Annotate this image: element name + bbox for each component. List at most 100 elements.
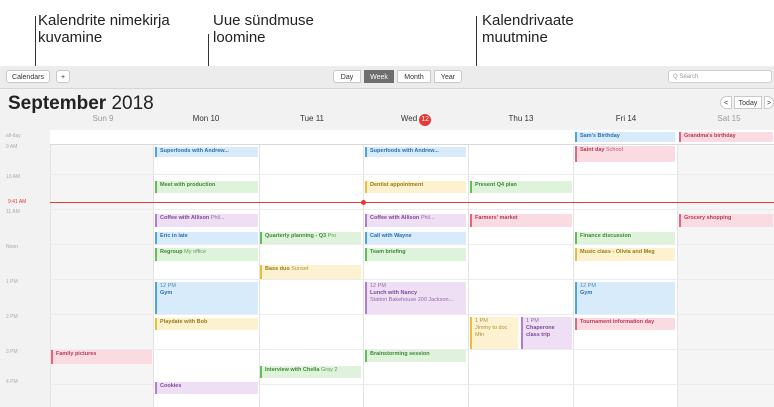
event-interview[interactable]: Interview with Chella Gray 2 bbox=[260, 366, 361, 378]
event-title: Cookies bbox=[160, 383, 182, 389]
callout-new-event: Uue sündmuse loomine bbox=[213, 12, 314, 46]
event-title: Jimmy to doc bbox=[475, 325, 508, 331]
event-grocery[interactable]: Grocery shopping bbox=[679, 214, 773, 227]
add-event-button[interactable]: + bbox=[56, 70, 70, 83]
event-title: Chaperone class trip bbox=[526, 325, 555, 338]
event-brainstorming[interactable]: Brainstorming session bbox=[365, 350, 466, 362]
event-playdate[interactable]: Playdate with Bob bbox=[155, 318, 258, 330]
next-week-button[interactable]: > bbox=[764, 96, 774, 109]
event-time: 12 PM bbox=[160, 283, 176, 289]
column-wed[interactable] bbox=[363, 130, 469, 407]
event-title: Present Q4 plan bbox=[475, 182, 517, 188]
today-button[interactable]: Today bbox=[734, 96, 762, 109]
time-label: 11 AM bbox=[6, 209, 20, 215]
time-label: 9 AM bbox=[6, 144, 18, 150]
event-location: School bbox=[605, 147, 623, 153]
event-jimmy-doc[interactable]: 1 PM Jimmy to doc Mtn bbox=[470, 317, 518, 349]
event-title: Lunch with Nancy bbox=[370, 290, 418, 296]
event-title: Team briefing bbox=[370, 249, 406, 255]
calendars-button[interactable]: Calendars bbox=[6, 70, 50, 83]
time-label: Noon bbox=[6, 244, 18, 250]
year-label: 2018 bbox=[111, 93, 154, 114]
column-fri[interactable] bbox=[573, 130, 678, 407]
event-title: Gym bbox=[160, 290, 173, 296]
event-lunch-nancy[interactable]: 12 PM Lunch with Nancy Station Bakehouse 2… bbox=[365, 282, 466, 314]
event-title: Grandma's birthday bbox=[684, 133, 736, 139]
event-gym-mon[interactable]: 12 PM Gym bbox=[155, 282, 258, 314]
view-year-button[interactable]: Year bbox=[434, 70, 462, 83]
event-location: Phil... bbox=[420, 215, 435, 221]
event-saint-day[interactable]: Saint day School bbox=[575, 146, 675, 162]
event-meet-production[interactable]: Meet with production bbox=[155, 181, 258, 193]
column-mon[interactable] bbox=[153, 130, 260, 407]
event-coffee-wed[interactable]: Coffee with Allison Phil... bbox=[365, 214, 466, 227]
event-title: Finance discussion bbox=[580, 233, 632, 239]
event-time: 1 PM bbox=[475, 318, 488, 324]
week-grid[interactable] bbox=[50, 130, 774, 407]
event-grandma-birthday[interactable]: Grandma's birthday bbox=[679, 132, 773, 142]
today-badge: 12 bbox=[419, 114, 432, 126]
event-bass-duo[interactable]: Bass duo Sunset bbox=[260, 265, 361, 279]
day-header-fri[interactable]: Fri 14 bbox=[573, 114, 679, 123]
prev-week-button[interactable]: < bbox=[720, 96, 732, 109]
event-title: Farmers' market bbox=[475, 215, 518, 221]
current-time-label: 9:41 AM bbox=[8, 199, 27, 205]
time-label: 2 PM bbox=[6, 314, 18, 320]
event-tournament[interactable]: Tournament information day bbox=[575, 318, 675, 330]
event-title: Coffee with Allison bbox=[370, 215, 420, 221]
event-sams-birthday[interactable]: Sam's Birthday bbox=[575, 132, 675, 142]
event-quarterly-planning[interactable]: Quarterly planning - Q3 Pro bbox=[260, 232, 361, 244]
event-title: Family pictures bbox=[56, 351, 97, 357]
event-time: 12 PM bbox=[370, 283, 386, 289]
event-time: 12 PM bbox=[580, 283, 596, 289]
callout-change-view: Kalendrivaate muutmine bbox=[482, 12, 574, 46]
day-header-sun[interactable]: Sun 9 bbox=[50, 114, 156, 123]
event-superfoods-mon[interactable]: Superfoods with Andrew... bbox=[155, 147, 258, 157]
event-cookies[interactable]: Cookies bbox=[155, 382, 258, 394]
event-finance[interactable]: Finance discussion bbox=[575, 232, 675, 244]
view-day-button[interactable]: Day bbox=[333, 70, 361, 83]
event-gym-fri[interactable]: 12 PM Gym bbox=[575, 282, 675, 314]
time-label: 10 AM bbox=[6, 174, 21, 180]
time-label: 4 PM bbox=[6, 379, 18, 385]
event-location: Mtn bbox=[475, 332, 485, 338]
event-title: Bass duo bbox=[265, 266, 290, 272]
event-title: Call with Wayne bbox=[370, 233, 412, 239]
event-coffee-mon[interactable]: Coffee with Allison Phil... bbox=[155, 214, 258, 227]
event-location: Sunset bbox=[291, 266, 309, 272]
event-location: Pro bbox=[327, 233, 337, 239]
current-time-line bbox=[50, 202, 774, 203]
callout-line-calendars bbox=[35, 16, 36, 71]
event-title: Dentist appointment bbox=[370, 182, 424, 188]
toolbar: Calendars + Day Week Month Year Q Search bbox=[0, 66, 774, 89]
event-superfoods-wed[interactable]: Superfoods with Andrew... bbox=[365, 147, 466, 157]
event-title: Superfoods with Andrew... bbox=[160, 148, 229, 154]
column-sat[interactable] bbox=[677, 130, 774, 407]
event-title: Quarterly planning - Q3 bbox=[265, 233, 327, 239]
current-time-dot bbox=[361, 200, 366, 205]
event-location: Phil... bbox=[210, 215, 225, 221]
view-week-button[interactable]: Week bbox=[364, 70, 394, 83]
day-header-wed[interactable]: Wed 12 bbox=[363, 114, 469, 126]
event-dentist[interactable]: Dentist appointment bbox=[365, 181, 466, 193]
day-header-sat[interactable]: Sat 15 bbox=[676, 114, 774, 123]
event-title: Tournament information day bbox=[580, 319, 655, 325]
event-music-class[interactable]: Music class - Olivia and Meg bbox=[575, 248, 675, 261]
column-thu[interactable] bbox=[468, 130, 574, 407]
event-team-briefing[interactable]: Team briefing bbox=[365, 248, 466, 261]
column-sun[interactable] bbox=[50, 130, 154, 407]
event-call-wayne[interactable]: Call with Wayne bbox=[365, 232, 466, 244]
hour-line bbox=[50, 279, 774, 280]
event-farmers-market[interactable]: Farmers' market bbox=[470, 214, 572, 227]
search-input[interactable]: Q Search bbox=[668, 70, 772, 83]
view-month-button[interactable]: Month bbox=[397, 70, 431, 83]
event-chaperone[interactable]: 1 PM Chaperone class trip bbox=[521, 317, 572, 349]
event-regroup[interactable]: Regroup My office bbox=[155, 248, 258, 261]
event-eric-late[interactable]: Eric in late bbox=[155, 232, 258, 244]
event-family-pictures[interactable]: Family pictures bbox=[51, 350, 152, 364]
day-header-tue[interactable]: Tue 11 bbox=[259, 114, 365, 123]
day-header-mon[interactable]: Mon 10 bbox=[153, 114, 259, 123]
event-title: Playdate with Bob bbox=[160, 319, 208, 325]
event-present-q4[interactable]: Present Q4 plan bbox=[470, 181, 572, 193]
day-header-thu[interactable]: Thu 13 bbox=[468, 114, 574, 123]
